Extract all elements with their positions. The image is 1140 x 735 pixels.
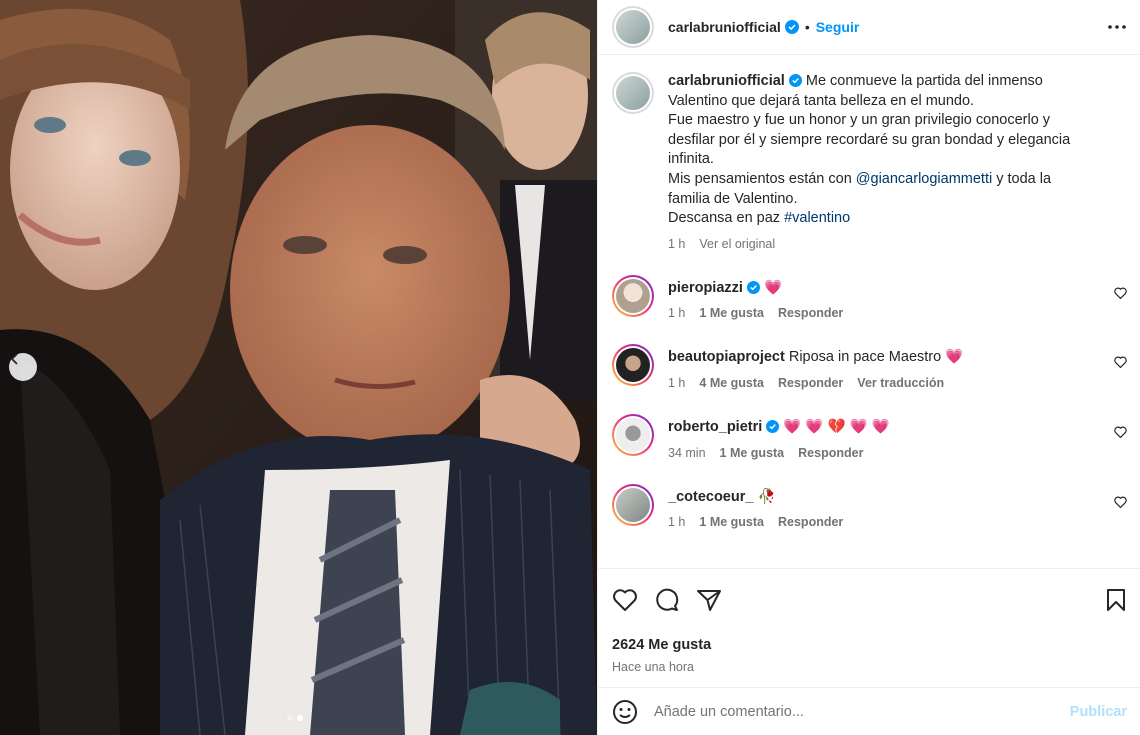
caption-username[interactable]: carlabruniofficial bbox=[668, 73, 785, 89]
caption-line: familia de Valentino. bbox=[668, 190, 798, 207]
comments-list: carlabruniofficial Me conmueve la partid… bbox=[598, 56, 1140, 568]
save-button[interactable] bbox=[1105, 588, 1127, 612]
comment-likes[interactable]: 4 Me gusta bbox=[699, 376, 764, 390]
share-icon bbox=[697, 590, 721, 611]
comment-text: pieropiazzi 💗 bbox=[668, 279, 1097, 299]
comment-meta: 1 h 1 Me gusta Responder bbox=[668, 306, 1097, 320]
caption-line: Descansa en paz bbox=[668, 210, 781, 227]
chevron-left-icon bbox=[10, 353, 18, 365]
share-button[interactable] bbox=[696, 588, 722, 612]
reply-button[interactable]: Responder bbox=[798, 446, 863, 460]
hashtag-link[interactable]: #valentino bbox=[784, 210, 850, 226]
comment-emoji: 💗 bbox=[945, 349, 964, 366]
commenter-avatar[interactable] bbox=[612, 413, 654, 456]
bookmark-icon bbox=[1107, 589, 1125, 611]
heart-icon[interactable] bbox=[1114, 496, 1127, 508]
caption-line: Fue maestro y fue un honor y un gran pri… bbox=[668, 112, 1051, 129]
caption-timestamp[interactable]: 1 h bbox=[668, 237, 685, 251]
author-username[interactable]: carlabruniofficial bbox=[668, 19, 781, 35]
comment-item: _cotecoeur_ 🥀 1 h 1 Me gusta Responder bbox=[612, 483, 1127, 529]
comment-emoji: 💗 💗 💔 💗 💗 bbox=[783, 418, 890, 435]
photo-illustration bbox=[0, 0, 597, 735]
caption: carlabruniofficial Me conmueve la partid… bbox=[612, 72, 1127, 251]
comment-text: beautopiaproject Riposa in pace Maestro … bbox=[668, 348, 1097, 368]
comment-body: Riposa in pace Maestro bbox=[788, 349, 942, 366]
post-actions: 2624 Me gusta Hace una hora bbox=[598, 568, 1140, 674]
mention-link[interactable]: @giancarlogiammetti bbox=[856, 171, 992, 187]
comment-text: roberto_pietri 💗 💗 💔 💗 💗 bbox=[668, 418, 1097, 438]
reply-button[interactable]: Responder bbox=[778, 515, 843, 529]
caption-line: Valentino que dejará tanta belleza en el… bbox=[668, 92, 975, 109]
reply-button[interactable]: Responder bbox=[778, 376, 843, 390]
post-timestamp: Hace una hora bbox=[612, 660, 695, 674]
caption-text: carlabruniofficial Me conmueve la partid… bbox=[668, 72, 1097, 229]
post-header: carlabruniofficial • Seguir bbox=[598, 0, 1140, 55]
heart-icon[interactable] bbox=[1114, 287, 1127, 299]
verified-badge-icon bbox=[746, 280, 760, 294]
see-translation-button[interactable]: Ver traducción bbox=[857, 376, 944, 390]
carousel-dot-active bbox=[297, 715, 303, 721]
verified-badge-icon bbox=[784, 20, 799, 34]
likes-count[interactable]: 2624 Me gusta bbox=[612, 637, 1127, 653]
see-original-link[interactable]: Ver el original bbox=[699, 237, 775, 251]
post-details-panel: carlabruniofficial • Seguir carlabruniof… bbox=[597, 0, 1140, 735]
caption-meta: 1 h Ver el original bbox=[668, 237, 1097, 251]
author-avatar[interactable] bbox=[612, 6, 654, 48]
comment-timestamp[interactable]: 1 h bbox=[668, 306, 685, 320]
comment-text: _cotecoeur_ 🥀 bbox=[668, 488, 1097, 508]
publish-button[interactable]: Publicar bbox=[1070, 704, 1127, 720]
caption-line: desfilar por él y siempre recordaré su g… bbox=[668, 131, 1071, 148]
comment-meta: 1 h 1 Me gusta Responder bbox=[668, 515, 1097, 529]
commenter-username[interactable]: beautopiaproject bbox=[668, 349, 785, 365]
comment-likes[interactable]: 1 Me gusta bbox=[699, 306, 764, 320]
carousel-dot bbox=[287, 715, 293, 721]
verified-badge-icon bbox=[766, 419, 780, 433]
commenter-avatar[interactable] bbox=[612, 344, 654, 387]
comment-input[interactable] bbox=[654, 703, 1070, 720]
comment-emoji: 💗 bbox=[763, 279, 783, 296]
heart-icon bbox=[613, 589, 637, 611]
comment-emoji: 🥀 bbox=[757, 488, 776, 505]
more-options-icon[interactable] bbox=[1108, 25, 1126, 29]
comment-likes[interactable]: 1 Me gusta bbox=[720, 446, 785, 460]
caption-line: Me conmueve la partida del inmenso bbox=[805, 73, 1043, 89]
commenter-username[interactable]: pieropiazzi bbox=[668, 280, 743, 296]
caption-line: Mis pensamientos están con bbox=[668, 170, 852, 187]
comment-meta: 1 h 4 Me gusta Responder Ver traducción bbox=[668, 376, 1097, 390]
comment-item: roberto_pietri 💗 💗 💔 💗 💗 34 min 1 Me gus… bbox=[612, 413, 1127, 460]
verified-badge-icon bbox=[788, 74, 802, 87]
heart-icon[interactable] bbox=[1114, 356, 1127, 369]
emoji-icon[interactable] bbox=[612, 699, 638, 725]
commenter-avatar[interactable] bbox=[612, 483, 654, 526]
comment-icon bbox=[656, 588, 679, 611]
commenter-username[interactable]: _cotecoeur_ bbox=[668, 489, 753, 505]
heart-icon[interactable] bbox=[1114, 426, 1127, 438]
comment-item: pieropiazzi 💗 1 h 1 Me gusta Responder bbox=[612, 274, 1127, 320]
follow-button[interactable]: Seguir bbox=[816, 19, 860, 35]
caption-line: y toda la bbox=[996, 170, 1052, 187]
comment-button[interactable] bbox=[654, 587, 680, 613]
reply-button[interactable]: Responder bbox=[778, 306, 843, 320]
like-button[interactable] bbox=[612, 588, 638, 612]
author-avatar[interactable] bbox=[612, 72, 654, 114]
action-icons-row bbox=[612, 583, 1127, 617]
comment-timestamp[interactable]: 1 h bbox=[668, 515, 685, 529]
comment-timestamp[interactable]: 1 h bbox=[668, 376, 685, 390]
commenter-avatar[interactable] bbox=[612, 274, 654, 317]
separator-dot: • bbox=[804, 19, 810, 35]
add-comment-bar: Publicar bbox=[598, 687, 1140, 735]
post-photo bbox=[0, 0, 597, 735]
comment-likes[interactable]: 1 Me gusta bbox=[699, 515, 764, 529]
comment-meta: 34 min 1 Me gusta Responder bbox=[668, 446, 1097, 460]
carousel-prev-button[interactable] bbox=[9, 353, 37, 381]
comment-timestamp[interactable]: 34 min bbox=[668, 446, 706, 460]
carousel-indicator bbox=[287, 715, 303, 721]
commenter-username[interactable]: roberto_pietri bbox=[668, 419, 762, 435]
caption-line: infinita. bbox=[668, 151, 714, 168]
comment-item: beautopiaproject Riposa in pace Maestro … bbox=[612, 344, 1127, 390]
